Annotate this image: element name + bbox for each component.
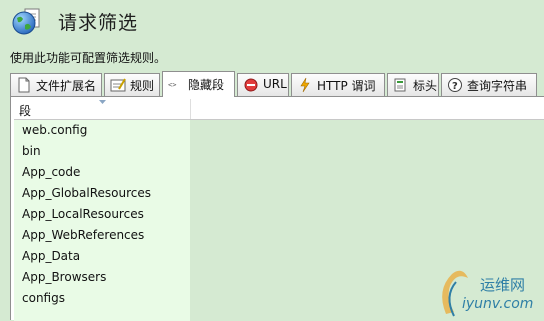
tab-label: URL <box>263 77 287 91</box>
page-icon <box>18 77 30 93</box>
document-edit-icon <box>110 78 126 92</box>
list-item[interactable]: App_Browsers <box>14 267 190 288</box>
segment-list: web.config bin App_code App_GlobalResour… <box>14 120 190 321</box>
tab-http-verbs[interactable]: HTTP 谓词 <box>291 73 385 96</box>
tab-label: HTTP 谓词 <box>317 79 376 93</box>
page-description: 使用此功能可配置筛选规则。 <box>10 51 167 65</box>
tab-label: 文件扩展名 <box>36 79 97 93</box>
tab-label: 查询字符串 <box>467 79 528 93</box>
grid-header: 段 <box>14 99 544 120</box>
watermark: 运维网 iyunv.com <box>434 262 544 320</box>
list-item[interactable]: App_LocalResources <box>14 204 190 225</box>
list-item[interactable]: App_code <box>14 162 190 183</box>
tab-url[interactable]: URL <box>237 73 289 96</box>
watermark-url: iyunv.com <box>462 296 534 312</box>
tab-label: 规则 <box>130 79 155 93</box>
tab-label: 标头 <box>413 79 438 93</box>
svg-text:?: ? <box>452 81 458 92</box>
list-item[interactable]: web.config <box>14 120 190 141</box>
url-deny-icon <box>244 78 258 92</box>
watermark-name: 运维网 <box>480 276 526 294</box>
tab-hidden-segments[interactable]: <> 隐藏段 <box>162 71 235 97</box>
tab-file-extensions[interactable]: 文件扩展名 <box>10 73 102 96</box>
tab-rules[interactable]: 规则 <box>104 73 160 96</box>
help-circle-icon: ? <box>448 78 462 92</box>
page-header: 请求筛选 <box>0 0 544 44</box>
tab-headers[interactable]: 标头 <box>387 73 439 96</box>
hidden-segment-icon: <> <box>168 81 176 89</box>
list-item[interactable]: App_Data <box>14 246 190 267</box>
list-item[interactable]: App_GlobalResources <box>14 183 190 204</box>
list-item[interactable]: configs <box>14 288 190 309</box>
sort-descending-icon <box>99 100 106 104</box>
list-item[interactable]: App_WebReferences <box>14 225 190 246</box>
svg-text:<>: <> <box>168 81 176 89</box>
lightning-icon <box>300 77 310 93</box>
list-item[interactable]: bin <box>14 141 190 162</box>
tab-query-strings[interactable]: ? 查询字符串 <box>441 73 537 96</box>
tab-label: 隐藏段 <box>188 78 225 92</box>
globe-filter-icon <box>12 8 40 35</box>
column-header-label: 段 <box>19 104 32 118</box>
headers-icon <box>394 78 406 92</box>
page-title: 请求筛选 <box>58 12 139 34</box>
column-header-segment[interactable]: 段 <box>14 99 191 119</box>
tab-strip: 文件扩展名 规则 <> 隐藏段 URL HTTP 谓词 标头 ? 查询字符串 <box>10 71 544 97</box>
